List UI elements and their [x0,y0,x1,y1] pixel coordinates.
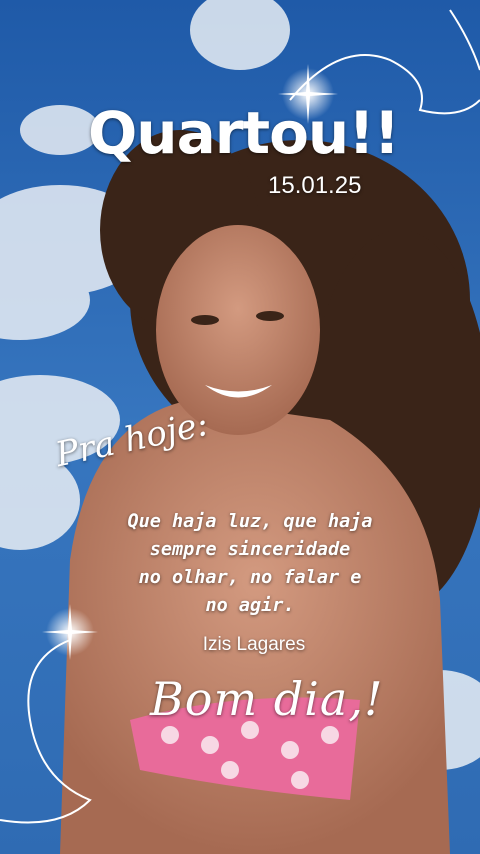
quote-line: no olhar, no falar e [138,567,362,588]
quote-line: Que haja luz, que haja [127,511,373,532]
date: 15.01.25 [268,172,362,199]
quote-author: Izis Lagares [202,634,306,655]
quote-line: sempre sinceridade [149,539,351,560]
quote-line: no agir. [205,595,295,616]
story-card: Quartou!! 15.01.25 Pra hoje: Que haja lu… [0,0,480,854]
title: Quartou!! [88,99,400,167]
greeting: Bom dia,! [150,672,384,726]
quote: Que haja luz, que haja sempre sinceridad… [60,508,440,620]
